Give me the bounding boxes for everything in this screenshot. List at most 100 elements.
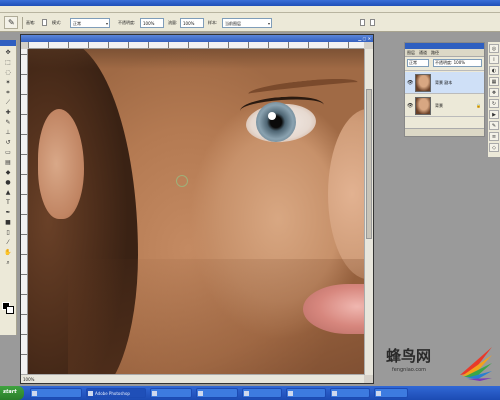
brush-cursor: [176, 175, 188, 187]
tab-paths[interactable]: 路径: [431, 50, 439, 56]
eye-icon[interactable]: 👁: [407, 80, 413, 86]
layers-panel-tabs: 图层 通道 路径: [405, 49, 484, 57]
layer-opacity-field[interactable]: 不透明度: 100%: [433, 59, 482, 67]
taskbar-item-3[interactable]: [150, 388, 192, 398]
layers-panel-footer: [405, 128, 484, 136]
watermark-name: 蜂鸟网: [386, 347, 432, 365]
background-color-swatch[interactable]: [6, 306, 14, 314]
navigator-icon[interactable]: ◎: [489, 44, 499, 53]
blur-tool-icon[interactable]: ◆: [2, 168, 14, 177]
panel-icon-column: ◎ i ◐ ▦ ❖ ↻ ▶ ✎ ≡ ◇: [487, 42, 500, 157]
taskbar-item-6[interactable]: [286, 388, 326, 398]
document-window: ▁ ▢ ✕ 100%: [20, 34, 374, 384]
airbrush-toggle[interactable]: [370, 19, 375, 26]
layer-thumbnail: [415, 97, 431, 115]
brush-tool-preset[interactable]: ✎: [4, 16, 18, 29]
taskbar-item-photoshop[interactable]: Adobe Photoshop: [86, 388, 146, 398]
mode-dropdown[interactable]: 正常 ▾: [70, 18, 110, 28]
flow-label: 流量:: [168, 20, 178, 25]
horizontal-ruler[interactable]: [28, 42, 364, 49]
taskbar-item-7[interactable]: [330, 388, 370, 398]
brush-picker[interactable]: [42, 19, 47, 26]
eye-icon[interactable]: 👁: [407, 103, 413, 109]
sample-label: 样本:: [208, 20, 218, 25]
type-tool-icon[interactable]: T: [2, 198, 14, 207]
sample-value: 当前图层: [225, 21, 241, 26]
window-icon: [244, 391, 249, 396]
sample-dropdown[interactable]: 当前图层 ▾: [222, 18, 272, 28]
opacity-field[interactable]: 100%: [140, 18, 164, 28]
chevron-down-icon: ▾: [105, 21, 108, 26]
layer-name: 背景: [435, 103, 443, 108]
vertical-scrollbar[interactable]: [364, 49, 373, 375]
chevron-down-icon: ▾: [267, 21, 270, 26]
flow-field[interactable]: 100%: [180, 18, 204, 28]
tool-presets-icon[interactable]: ✎: [489, 121, 499, 130]
lasso-tool-icon[interactable]: ◌: [2, 68, 14, 77]
windows-taskbar: start Adobe Photoshop: [0, 386, 500, 400]
stamp-tool-icon[interactable]: ⊥: [2, 128, 14, 137]
eraser-tool-icon[interactable]: ▭: [2, 148, 14, 157]
color-icon[interactable]: ◐: [489, 66, 499, 75]
taskbar-item-8[interactable]: [374, 388, 408, 398]
actions-icon[interactable]: ▶: [489, 110, 499, 119]
swatches-icon[interactable]: ▦: [489, 77, 499, 86]
taskbar-item-5[interactable]: [242, 388, 282, 398]
image-canvas[interactable]: [28, 49, 364, 375]
toolbox: ✥ ⬚ ◌ ✶ ⌗ ⟋ ✚ ✎ ⊥ ↺ ▭ ▤ ◆ ● ▲ T ✒ ■ ▯ ⁄ …: [0, 40, 17, 335]
history-brush-icon[interactable]: ↺: [2, 138, 14, 147]
pressure-toggle[interactable]: [360, 19, 365, 26]
menu-bar: [0, 6, 500, 13]
shape-tool-icon[interactable]: ■: [2, 218, 14, 227]
blend-mode-dropdown[interactable]: 正常: [407, 59, 429, 67]
opacity-value: 100%: [143, 21, 155, 26]
styles-icon[interactable]: ❖: [489, 88, 499, 97]
zoom-tool-icon[interactable]: ⌕: [2, 258, 14, 267]
eyedropper-tool-icon[interactable]: ⁄: [2, 238, 14, 247]
dodge-tool-icon[interactable]: ●: [2, 178, 14, 187]
layers-icon[interactable]: ≡: [489, 132, 499, 141]
zoom-level[interactable]: 100%: [23, 377, 34, 382]
window-icon: [198, 391, 203, 396]
options-bar: ✎ 画笔: 模式: 正常 ▾ 不透明度: 100% 流量: 100% 样本: 当…: [0, 13, 500, 32]
move-tool-icon[interactable]: ✥: [2, 48, 14, 57]
pen-tool-icon[interactable]: ✒: [2, 208, 14, 217]
mode-label: 模式:: [52, 20, 62, 25]
layer-row-background-copy[interactable]: 👁 背景 副本: [405, 72, 484, 94]
start-label: start: [3, 389, 17, 395]
healing-tool-icon[interactable]: ✚: [2, 108, 14, 117]
brush-icon: ✎: [8, 18, 15, 27]
vertical-scroll-thumb[interactable]: [366, 89, 372, 239]
document-title-bar[interactable]: ▁ ▢ ✕: [21, 35, 373, 42]
taskbar-item-4[interactable]: [196, 388, 238, 398]
tab-layers[interactable]: 图层: [407, 50, 415, 56]
marquee-tool-icon[interactable]: ⬚: [2, 58, 14, 67]
info-icon[interactable]: i: [489, 55, 499, 64]
window-controls[interactable]: ▁ ▢ ✕: [358, 36, 371, 41]
opacity-label: 不透明度:: [118, 20, 136, 25]
hand-tool-icon[interactable]: ✋: [2, 248, 14, 257]
lock-icon: 🔒: [476, 103, 481, 108]
tab-channels[interactable]: 通道: [419, 50, 427, 56]
slice-tool-icon[interactable]: ⟋: [2, 98, 14, 107]
taskbar-item-1[interactable]: [30, 388, 82, 398]
crop-tool-icon[interactable]: ⌗: [2, 88, 14, 97]
path-select-tool-icon[interactable]: ▲: [2, 188, 14, 197]
layer-name: 背景 副本: [435, 80, 453, 85]
notes-tool-icon[interactable]: ▯: [2, 228, 14, 237]
fengniao-logo-icon: [460, 347, 492, 381]
magic-wand-tool-icon[interactable]: ✶: [2, 78, 14, 87]
photoshop-window: ✎ 画笔: 模式: 正常 ▾ 不透明度: 100% 流量: 100% 样本: 当…: [0, 0, 500, 400]
vertical-ruler[interactable]: [21, 49, 28, 375]
history-icon[interactable]: ↻: [489, 99, 499, 108]
gradient-tool-icon[interactable]: ▤: [2, 158, 14, 167]
layer-row-background[interactable]: 👁 背景 🔒: [405, 95, 484, 117]
window-icon: [376, 391, 381, 396]
photoshop-icon: [88, 391, 93, 396]
window-icon: [332, 391, 337, 396]
start-button[interactable]: start: [0, 386, 24, 400]
watermark-url: fengniao.com: [392, 367, 427, 373]
photo-cheek: [328, 109, 364, 279]
channels-icon[interactable]: ◇: [489, 143, 499, 152]
brush-tool-icon[interactable]: ✎: [2, 118, 14, 127]
